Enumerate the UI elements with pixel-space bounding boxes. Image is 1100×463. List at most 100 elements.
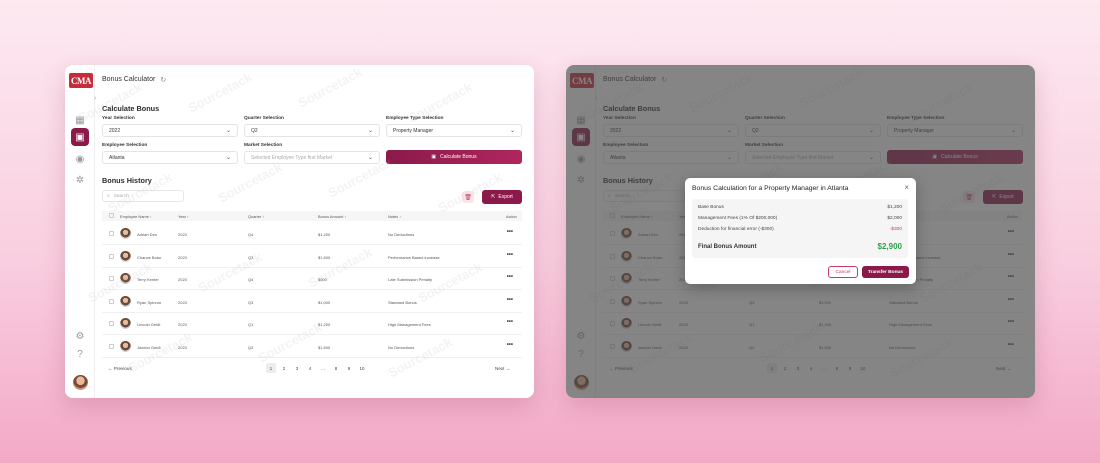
final-bonus-value: $2,900 [877,242,902,251]
col-bonus-amount[interactable]: Bonus Amount ↑ [318,214,346,219]
page-number[interactable]: 4 [305,363,315,373]
more-actions-icon[interactable]: ••• [507,297,513,303]
col-action: Action [506,214,517,219]
market-label: Market Selection [244,143,283,148]
year-cell: 2023 [178,254,187,260]
amount-cell: $1,000 [318,299,331,305]
chevron-down-icon: ⌄ [367,155,373,161]
table-row[interactable]: Jaxdon Geidt 2023 Q2 $1,500 No Deductions ••• [102,336,522,358]
calculator-icon[interactable]: ▣ [71,128,89,146]
select-all-checkbox[interactable] [109,213,114,218]
amount-cell: $500 [318,277,327,283]
bonus-history-heading: Bonus History [102,176,152,185]
row-checkbox[interactable] [109,276,114,282]
quarter-value: Q2 [251,127,258,134]
employee-avatar [120,250,131,262]
row-checkbox[interactable] [109,344,114,349]
collapse-sidebar-icon[interactable]: › [94,95,96,102]
next-button[interactable]: Next → [495,366,510,371]
deduction-value: -$300 [889,227,902,232]
row-checkbox[interactable] [109,321,114,327]
calculate-bonus-button[interactable]: ▣Calculate Bonus [386,150,522,164]
row-checkbox[interactable] [109,298,114,304]
page-number[interactable]: 1 [266,363,276,373]
year-select[interactable]: 2022 ⌄ [102,124,238,137]
previous-button[interactable]: ← Previous [108,366,132,371]
user-avatar[interactable] [73,375,88,390]
col-year[interactable]: Year ↑ [178,214,189,219]
settings-cog-icon[interactable]: ✲ [72,172,88,188]
close-icon[interactable]: × [904,183,909,192]
notes-cell: Standard Bonus [388,299,417,305]
company-logo: CMA [69,73,93,88]
quarter-cell: Q4 [248,277,254,283]
more-actions-icon[interactable]: ••• [507,229,513,235]
employee-name: Ryan Spinron [137,299,162,305]
market-select[interactable]: Selected Employee Type first Market ⌄ [244,151,380,164]
search-icon: ⌕ [107,194,110,199]
pagination-ellipsis: ... [321,365,325,371]
chevron-down-icon: ⌄ [367,128,373,134]
bonus-calculator-screen: CMA ▦ ▣ ◉ ✲ ⚙ ? › Bonus Calculator ↻ Cal… [65,65,534,398]
export-label: Export [498,194,513,200]
page-number[interactable]: 10 [357,363,367,373]
final-bonus-label: Final Bonus Amount [698,243,757,250]
employee-avatar [120,273,131,285]
refresh-icon[interactable]: ↻ [160,76,166,84]
employee-name: Terry Kenter [137,277,159,283]
delete-button[interactable]: 🗑 [462,191,474,203]
user-icon[interactable]: ◉ [72,151,88,167]
employee-type-select[interactable]: Property Manager ⌄ [386,124,522,137]
amount-cell: $1,200 [318,322,331,328]
table-row[interactable]: Chance Botor 2023 Q3 $1,500 Performance Base… [102,246,522,268]
col-quarter[interactable]: Quarter ↑ [248,214,264,219]
amount-cell: $1,500 [318,345,331,350]
sidebar: CMA ▦ ▣ ◉ ✲ ⚙ ? [65,65,95,398]
col-notes[interactable]: Notes ↑ [388,214,401,219]
chevron-down-icon: ⌄ [509,128,515,134]
help-icon[interactable]: ? [72,346,88,362]
employee-name: Jaxdon Geidt [137,345,161,350]
cancel-button[interactable]: Cancel [828,266,858,278]
table-row[interactable]: Adrian Deo 2023 Q4 $1,200 No Deductions ••• [102,223,522,245]
management-fees-row: Management Fees (1% Of $200,000) $2,000 [698,216,902,221]
gear-icon[interactable]: ⚙ [72,328,88,344]
page-number[interactable]: 3 [292,363,302,373]
export-button[interactable]: ⇱Export [482,190,522,204]
amount-cell: $1,200 [318,232,331,237]
notes-cell: No Deductions [388,232,415,237]
page-number[interactable]: 8 [331,363,341,373]
page-number[interactable]: 2 [279,363,289,373]
table-row[interactable]: Lincoln Geidt 2023 Q1 $1,200 High Management… [102,313,522,336]
notes-cell: Performance Based increase [388,254,440,260]
trash-icon: 🗑 [464,194,472,201]
transfer-bonus-button[interactable]: Transfer Bonus [862,266,909,278]
quarter-select[interactable]: Q2 ⌄ [244,124,380,137]
employee-avatar [120,318,131,330]
employee-name: Lincoln Geidt [137,322,161,328]
employee-select[interactable]: Atlanta ⌄ [102,151,238,164]
row-checkbox[interactable] [109,253,114,259]
table-row[interactable]: Ryan Spinron 2023 Q3 $1,000 Standard Bonus ••… [102,291,522,313]
employee-type-label: Employee Type Selection [386,116,444,121]
col-employee-name[interactable]: Employee Name ↑ [120,214,152,219]
chevron-down-icon: ⌄ [225,155,231,161]
base-bonus-label: Base Bonus [698,205,724,210]
more-actions-icon[interactable]: ••• [507,252,513,258]
row-checkbox[interactable] [109,231,114,236]
table-row[interactable]: Terry Kenter 2023 Q4 $500 Late Submission Pe… [102,268,522,291]
dashboard-grid-icon[interactable]: ▦ [72,112,88,128]
more-actions-icon[interactable]: ••• [507,274,513,280]
previous-label: Previous [113,366,132,371]
export-icon: ⇱ [491,194,496,200]
search-input[interactable]: ⌕Search [102,190,184,202]
more-actions-icon[interactable]: ••• [507,342,513,348]
bonus-calculation-dialog: Bonus Calculation for a Property Manager… [685,178,916,284]
search-placeholder: Search [113,193,129,199]
watermark-text: Sourcetack [185,69,255,116]
calculator-icon: ▣ [431,154,437,160]
page-number[interactable]: 9 [344,363,354,373]
more-actions-icon[interactable]: ••• [507,319,513,325]
amount-cell: $1,500 [318,254,331,260]
quarter-cell: Q1 [248,322,254,328]
